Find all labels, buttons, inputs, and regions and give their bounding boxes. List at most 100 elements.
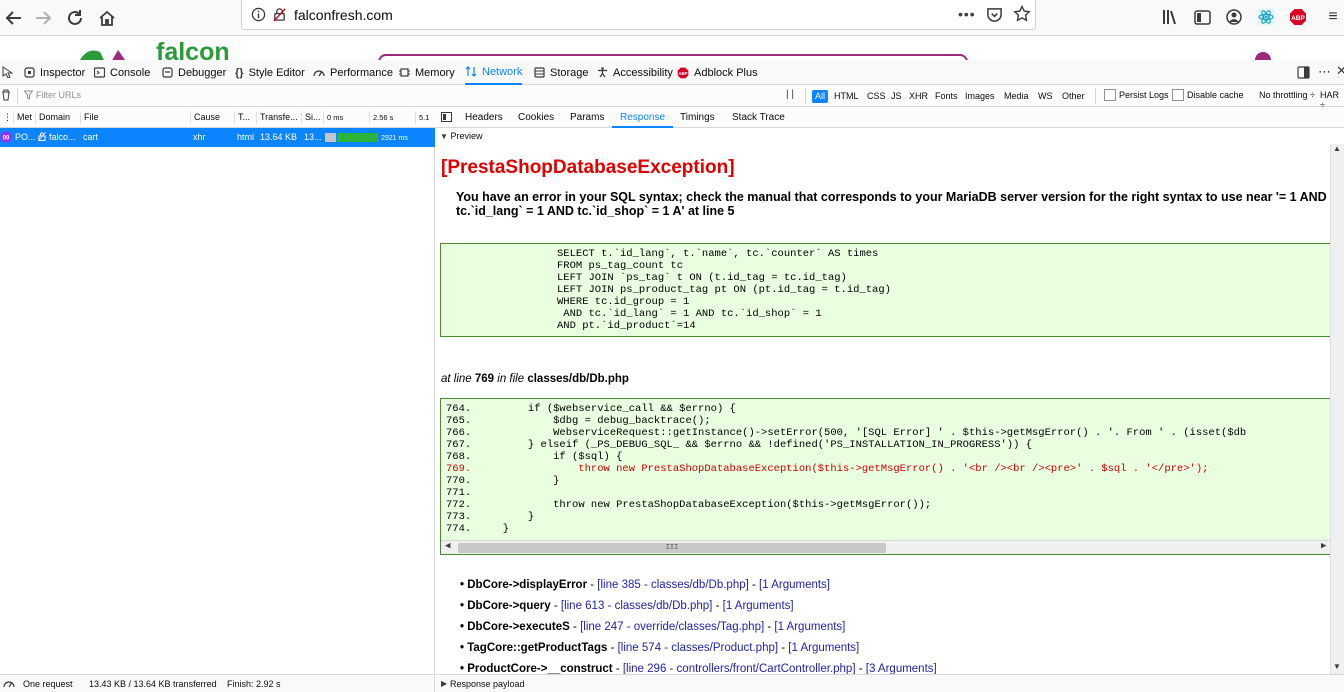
tab-style-editor[interactable]: {} Style Editor	[235, 60, 305, 85]
cart-badge[interactable]	[1255, 52, 1271, 60]
info-icon[interactable]	[251, 7, 266, 25]
filter-fonts[interactable]: Fonts	[932, 90, 961, 103]
trace-separator: -	[778, 642, 789, 654]
tab-accessibility[interactable]: Accessibility	[597, 60, 673, 85]
col-file[interactable]: File	[80, 111, 190, 124]
list-item: • DbCore->displayError - [line 385 - cla…	[460, 579, 830, 591]
col-type[interactable]: T...	[234, 111, 256, 124]
tab-performance[interactable]: Performance	[313, 60, 393, 85]
filter-urls-input[interactable]: Filter URLs	[36, 90, 81, 100]
react-devtools-icon[interactable]	[1255, 6, 1277, 28]
scroll-left-icon[interactable]: ◀	[445, 541, 450, 551]
tab-debugger[interactable]: Debugger	[162, 60, 226, 85]
tab-headers[interactable]: Headers	[465, 107, 503, 128]
filter-all[interactable]: All	[812, 90, 829, 103]
slashed-lock-icon[interactable]	[272, 7, 287, 25]
url-bar[interactable]: falconfresh.com •••	[241, 0, 1036, 30]
trace-arguments-link[interactable]: [1 Arguments]	[723, 600, 794, 612]
filter-other[interactable]: Other	[1059, 90, 1088, 103]
tab-adblock-plus[interactable]: ABP Adblock Plus	[677, 60, 758, 85]
reload-icon[interactable]	[61, 4, 89, 32]
code-line: 770. }	[446, 475, 560, 487]
tab-memory[interactable]: Memory	[399, 60, 455, 85]
bookmark-star-icon[interactable]	[1013, 4, 1031, 26]
trace-source-link[interactable]: [line 613 - classes/db/Db.php]	[561, 600, 713, 612]
trace-arguments-link[interactable]: [3 Arguments]	[866, 663, 937, 674]
col-status[interactable]: ⋮	[0, 111, 12, 124]
trace-separator: -	[855, 663, 866, 674]
col-method[interactable]: Met	[13, 111, 35, 124]
menu-icon[interactable]: ≡	[1322, 6, 1344, 28]
adblock-plus-icon[interactable]: ABP	[1287, 6, 1309, 28]
col-transferred[interactable]: Transfe...	[256, 111, 301, 124]
sql-line: LEFT JOIN ps_product_tag pt ON (pt.id_ta…	[557, 284, 891, 296]
scroll-down-icon[interactable]: ▼	[1333, 662, 1341, 671]
sql-line: WHERE tc.id_group = 1	[557, 296, 690, 308]
falcon-logo-icon	[80, 50, 126, 60]
sql-line: LEFT JOIN `ps_tag` t ON (t.id_tag = tc.i…	[557, 272, 847, 284]
element-picker-icon[interactable]	[2, 66, 14, 81]
home-icon[interactable]	[93, 4, 121, 32]
close-devtools-icon[interactable]: ✕	[1336, 63, 1344, 79]
filter-css[interactable]: CSS	[864, 90, 889, 103]
dock-icon[interactable]	[1297, 66, 1310, 82]
disable-cache-checkbox[interactable]	[1172, 89, 1184, 101]
trace-arguments-link[interactable]: [1 Arguments]	[759, 579, 830, 591]
tab-response[interactable]: Response	[612, 107, 674, 128]
trace-arguments-link[interactable]: [1 Arguments]	[774, 621, 845, 633]
page-actions-icon[interactable]: •••	[958, 6, 976, 22]
toggle-sidebar-icon[interactable]	[441, 112, 452, 125]
col-domain[interactable]: Domain	[35, 111, 80, 124]
vertical-scrollbar[interactable]: ▲ ▼	[1330, 144, 1344, 674]
row-type: html	[237, 132, 255, 142]
abp-icon: ABP	[677, 67, 689, 78]
response-payload-bar[interactable]: ▶ Response payload	[436, 674, 1344, 692]
tab-params[interactable]: Params	[570, 107, 604, 128]
tab-network[interactable]: Network	[465, 60, 523, 85]
response-preview: [PrestaShopDatabaseException] You have a…	[436, 144, 1330, 674]
tab-timings[interactable]: Timings	[680, 107, 715, 128]
trace-source-link[interactable]: [line 296 - controllers/front/CartContro…	[623, 663, 856, 674]
options-icon[interactable]: ⋯	[1318, 64, 1331, 80]
pocket-icon[interactable]	[986, 6, 1003, 26]
trash-icon[interactable]	[1, 89, 11, 104]
account-icon[interactable]	[1223, 6, 1245, 28]
forward-arrow-icon[interactable]	[29, 4, 57, 32]
tab-inspector[interactable]: Inspector	[24, 60, 85, 85]
back-arrow-icon[interactable]	[0, 4, 28, 32]
trace-source-link[interactable]: [line 247 - override/classes/Tag.php]	[580, 621, 764, 633]
tab-cookies[interactable]: Cookies	[518, 107, 554, 128]
scroll-right-icon[interactable]: ▶	[1321, 541, 1326, 551]
url-text[interactable]: falconfresh.com	[294, 7, 393, 23]
filter-html[interactable]: HTML	[831, 90, 862, 103]
trace-source-link[interactable]: [line 574 - classes/Product.php]	[618, 642, 778, 654]
preview-section-header[interactable]: ▼ Preview	[436, 128, 1344, 144]
library-icon[interactable]	[1160, 6, 1182, 28]
table-row[interactable]: 00 PO... falco... cart xhr html 13.64 KB…	[0, 128, 435, 147]
filter-images[interactable]: Images	[962, 90, 998, 103]
filter-js[interactable]: JS	[888, 90, 905, 103]
horizontal-scrollbar[interactable]: ◀ III ▶	[441, 540, 1330, 554]
scroll-up-icon[interactable]: ▲	[1333, 144, 1341, 153]
trace-separator: -	[569, 621, 581, 633]
trace-source-link[interactable]: [line 385 - classes/db/Db.php]	[597, 579, 749, 591]
request-list: ⋮ Met Domain File Cause T... Transfe... …	[0, 107, 435, 674]
tab-console-label: Console	[110, 66, 151, 79]
tab-storage[interactable]: Storage	[534, 60, 589, 85]
col-cause[interactable]: Cause	[190, 111, 234, 124]
filter-media[interactable]: Media	[1001, 90, 1032, 103]
pause-button[interactable]: | |	[786, 89, 794, 100]
throttling-select[interactable]: No throttling ÷	[1259, 90, 1315, 100]
trace-arguments-link[interactable]: [1 Arguments]	[788, 642, 859, 654]
col-size[interactable]: Si...	[301, 111, 323, 124]
persist-logs-checkbox[interactable]	[1104, 89, 1116, 101]
tab-console[interactable]: Console	[94, 60, 150, 85]
trace-separator: -	[607, 642, 618, 654]
sidebar-icon[interactable]	[1191, 6, 1213, 28]
tab-stack-trace[interactable]: Stack Trace	[732, 107, 785, 128]
performance-analysis-icon[interactable]	[3, 677, 15, 691]
horizontal-scroll-thumb[interactable]: III	[458, 543, 886, 553]
filter-ws[interactable]: WS	[1035, 90, 1056, 103]
trace-function: TagCore::getProductTags	[467, 642, 608, 654]
filter-xhr[interactable]: XHR	[906, 90, 931, 103]
